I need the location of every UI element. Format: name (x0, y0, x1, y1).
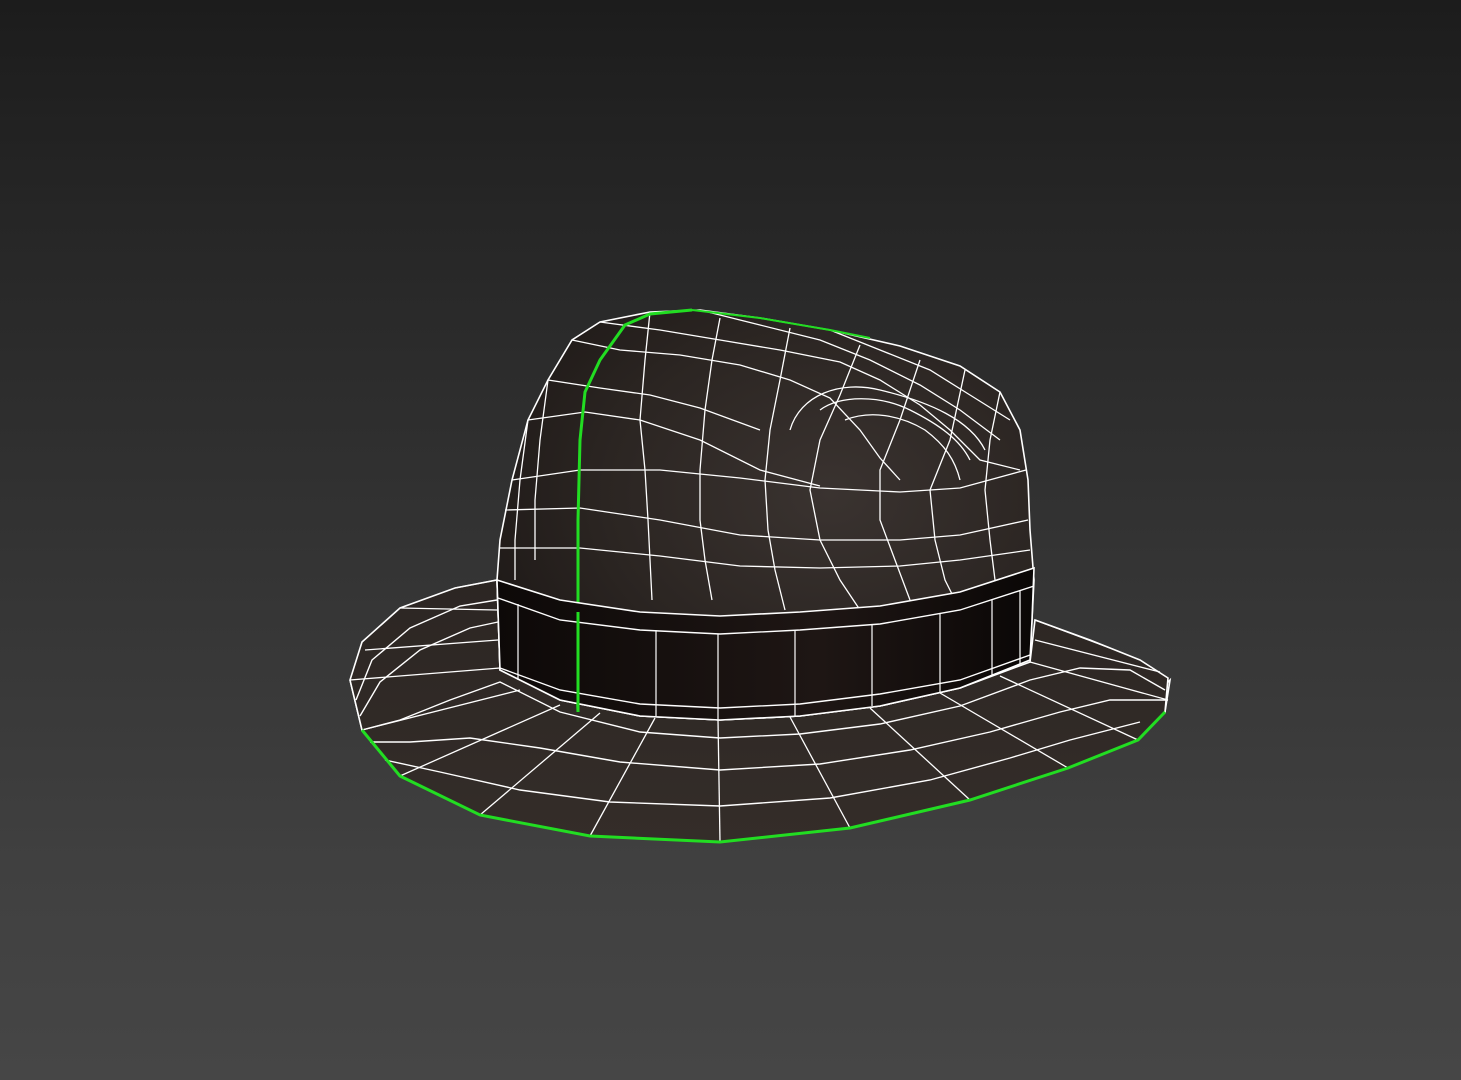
hat-mesh[interactable] (0, 0, 1461, 1080)
3d-viewport[interactable] (0, 0, 1461, 1080)
